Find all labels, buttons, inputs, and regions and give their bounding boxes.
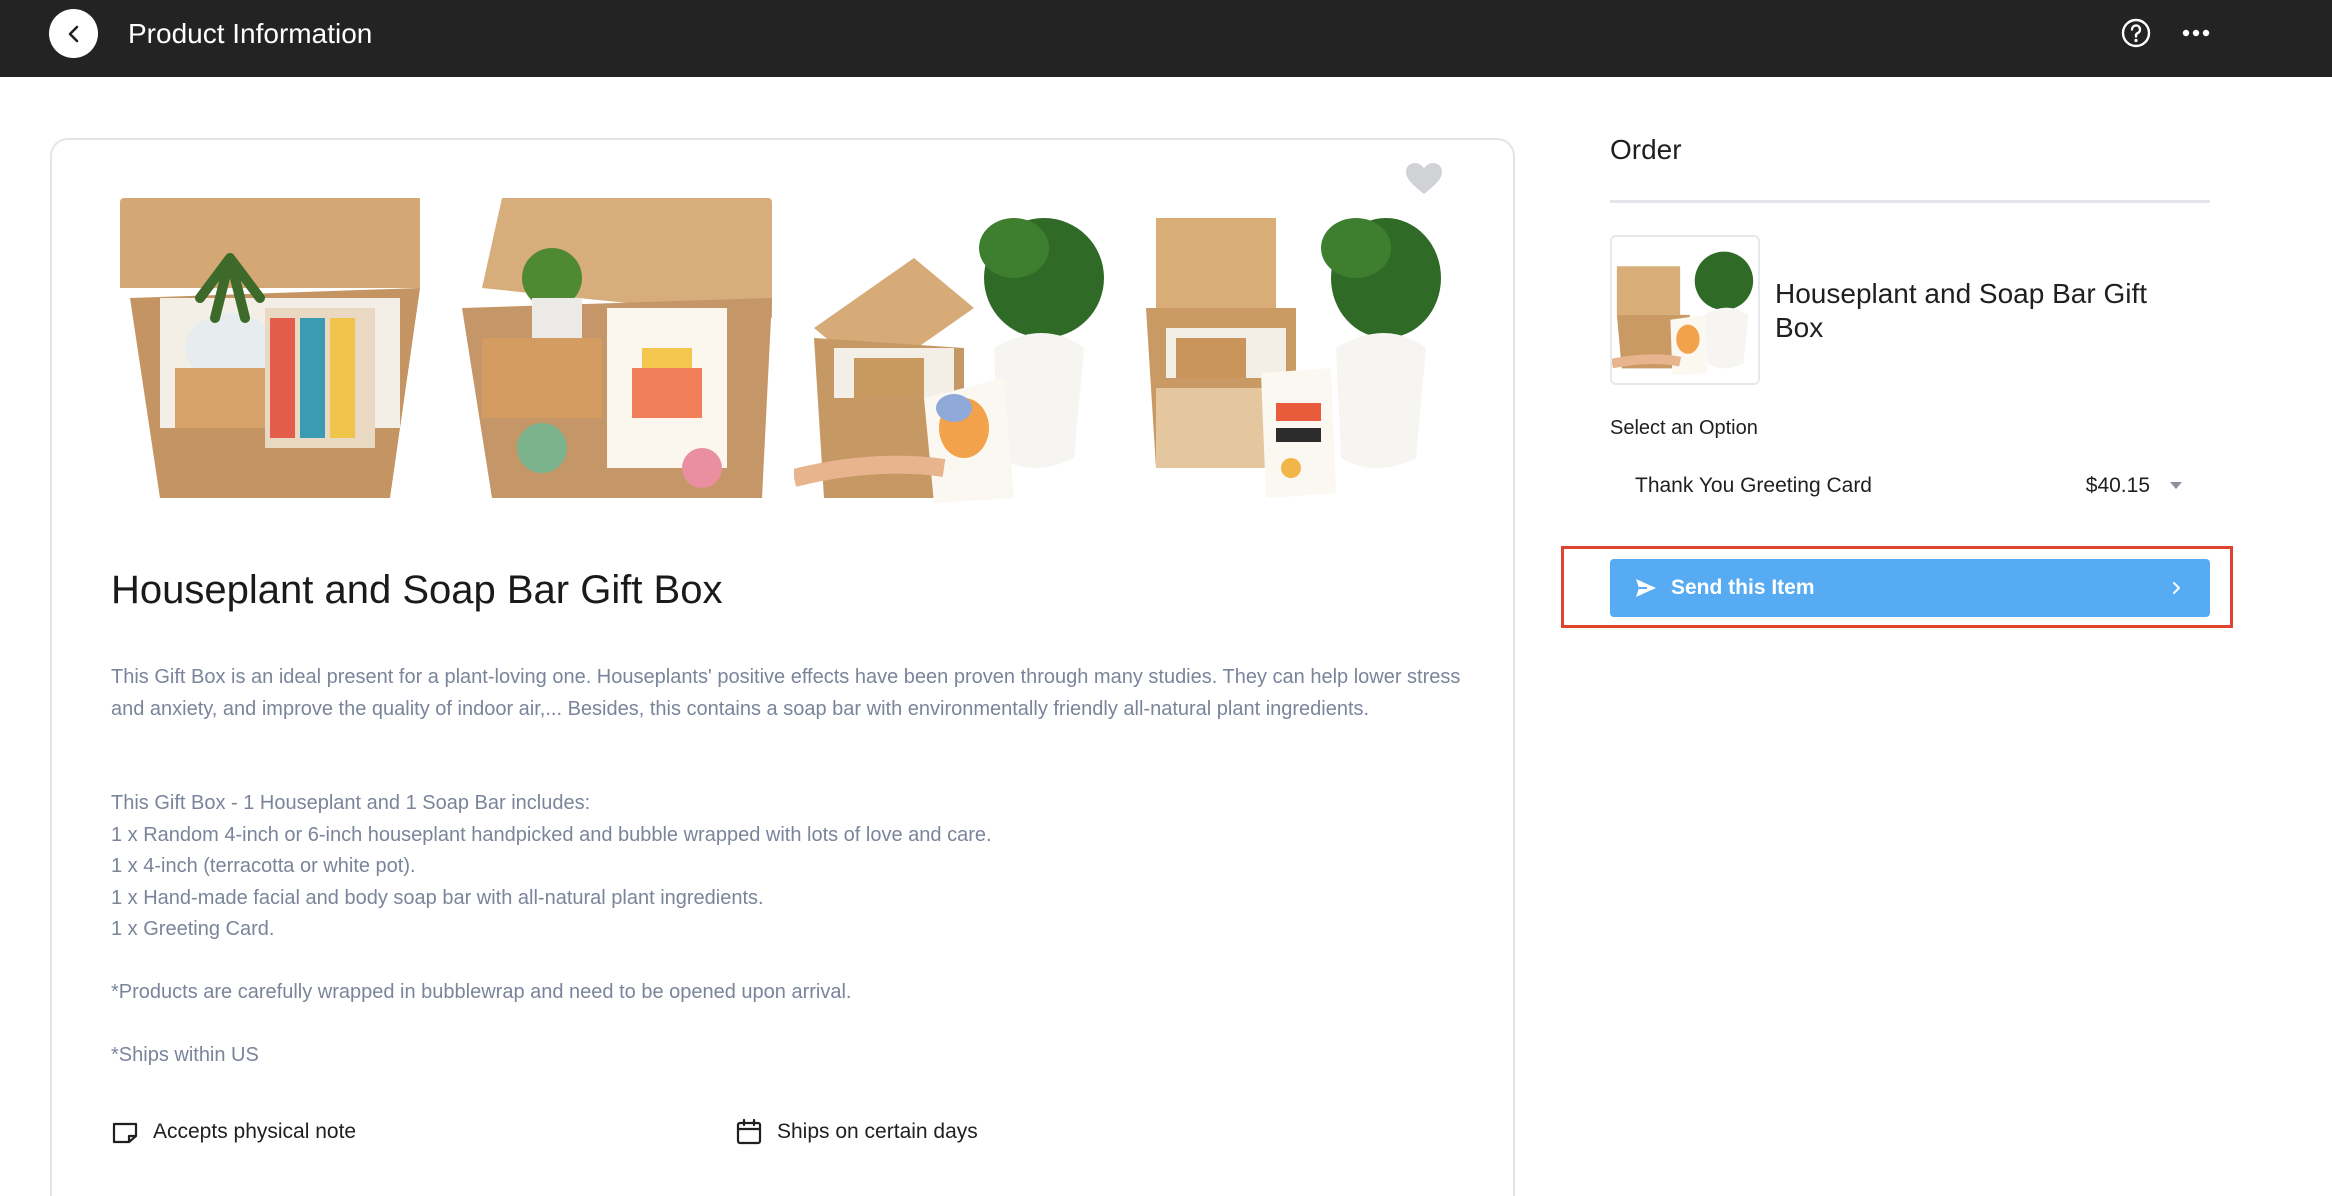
product-image-4[interactable] bbox=[1126, 198, 1456, 518]
send-label: Send this Item bbox=[1671, 576, 1815, 599]
feature-label: Ships on certain days bbox=[777, 1120, 978, 1143]
order-item-image bbox=[1610, 235, 1760, 385]
top-bar: Product Information bbox=[0, 0, 2332, 77]
page-title: Product Information bbox=[128, 18, 373, 49]
product-image-3[interactable] bbox=[794, 198, 1104, 518]
shipping-note: *Ships within US bbox=[111, 1044, 259, 1066]
gift-box-image bbox=[462, 198, 772, 518]
list-item: 1 x Greeting Card. bbox=[111, 918, 275, 940]
send-icon bbox=[1636, 579, 1656, 597]
send-item-button[interactable]: Send this Item bbox=[1610, 559, 2210, 617]
help-icon[interactable] bbox=[2120, 17, 2152, 49]
product-image-2[interactable] bbox=[462, 198, 772, 518]
selected-option: Thank You Greeting Card bbox=[1635, 474, 1872, 497]
back-button[interactable] bbox=[49, 9, 98, 58]
caret-down-icon bbox=[2170, 482, 2182, 489]
list-item: 1 x 4-inch (terracotta or white pot). bbox=[111, 855, 416, 877]
wrapping-note: *Products are carefully wrapped in bubbl… bbox=[111, 981, 852, 1003]
order-item-name: Houseplant and Soap Bar Gift Box bbox=[1775, 278, 2148, 343]
option-select[interactable]: Thank You Greeting Card $40.15 bbox=[1610, 460, 2210, 512]
divider bbox=[1610, 200, 2210, 203]
gift-box-image bbox=[1126, 198, 1456, 518]
order-title: Order bbox=[1610, 134, 1682, 165]
list-item: 1 x Random 4-inch or 6-inch houseplant h… bbox=[111, 823, 992, 846]
selected-price: $40.15 bbox=[2085, 474, 2150, 497]
note-icon bbox=[112, 1122, 138, 1144]
feature-physical-note: Accepts physical note bbox=[111, 1118, 356, 1146]
feature-label: Accepts physical note bbox=[153, 1120, 357, 1143]
heart-icon[interactable] bbox=[1405, 162, 1443, 196]
option-label: Select an Option bbox=[1610, 417, 1758, 439]
gift-box-image bbox=[1612, 237, 1758, 383]
more-options-icon[interactable] bbox=[2182, 25, 2210, 41]
gift-box-image bbox=[794, 198, 1104, 518]
calendar-icon bbox=[736, 1118, 762, 1145]
gift-box-image bbox=[120, 198, 430, 518]
includes-heading: This Gift Box - 1 Houseplant and 1 Soap … bbox=[111, 792, 591, 814]
product-description: This Gift Box is an ideal present for a … bbox=[111, 666, 1461, 720]
chevron-left-icon bbox=[68, 25, 78, 42]
feature-ships-days: Ships on certain days bbox=[735, 1118, 978, 1146]
list-item: 1 x Hand-made facial and body soap bar w… bbox=[111, 886, 764, 909]
chevron-right-icon bbox=[2173, 582, 2180, 594]
product-title: Houseplant and Soap Bar Gift Box bbox=[111, 568, 723, 612]
product-image-1[interactable] bbox=[120, 198, 430, 518]
includes-list: This Gift Box - 1 Houseplant and 1 Soap … bbox=[111, 788, 1471, 946]
